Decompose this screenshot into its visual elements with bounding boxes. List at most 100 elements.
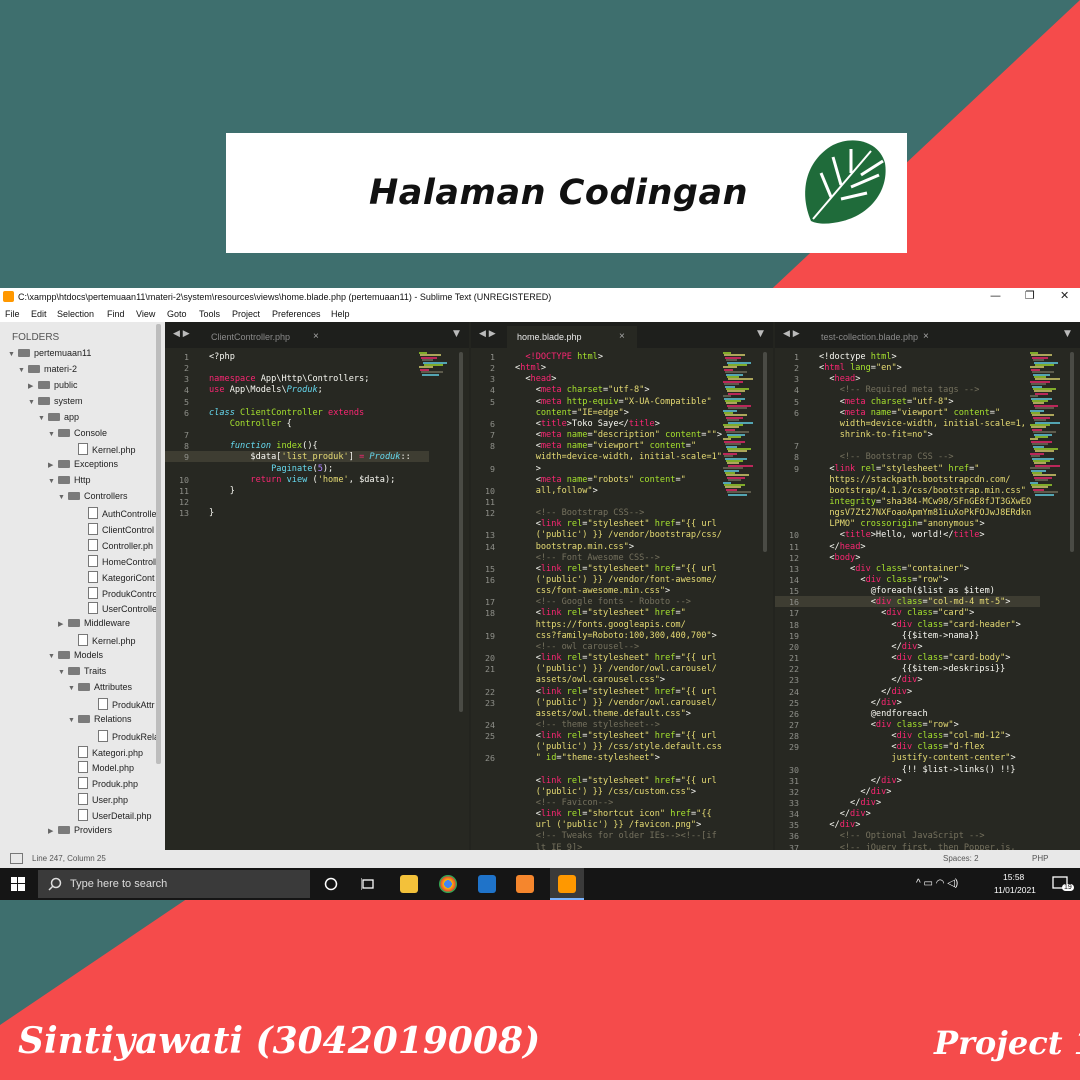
vertical-scrollbar[interactable]	[459, 352, 463, 712]
taskbar-search-input[interactable]: Type here to search	[38, 870, 310, 898]
menu-edit[interactable]: Edit	[31, 309, 47, 319]
close-button[interactable]: ✕	[1060, 289, 1069, 302]
tab-nav-arrows-icon[interactable]: ◀ ▶	[783, 329, 800, 339]
code-line: {{$item->deskripsi}}	[819, 664, 1005, 674]
code-token: title	[540, 418, 567, 429]
sidebar-item[interactable]: Controller.ph	[78, 538, 153, 553]
chevron-down-icon: ▼	[68, 684, 75, 692]
sidebar-item[interactable]: ▼ Relations	[68, 714, 132, 728]
sidebar-item[interactable]: HomeControll	[78, 554, 157, 569]
sidebar-item[interactable]: ▼ Traits	[58, 666, 106, 680]
editor-tab[interactable]: test-collection.blade.php ×	[811, 326, 941, 348]
minimap[interactable]	[723, 352, 753, 496]
menu-selection[interactable]: Selection	[57, 309, 94, 319]
code-token: width=device-width, initial-scale=1,	[819, 418, 1026, 429]
vertical-scrollbar[interactable]	[1070, 352, 1074, 552]
code-line: content="IE=edge">	[515, 408, 629, 418]
tab-nav-arrows-icon[interactable]: ◀ ▶	[479, 329, 496, 339]
chrome-icon[interactable]	[439, 875, 457, 893]
sidebar-item[interactable]: ▶ Exceptions	[48, 459, 118, 473]
code-token: class	[896, 719, 923, 730]
sidebar-item[interactable]: ▼ system	[28, 396, 83, 410]
menu-view[interactable]: View	[136, 309, 155, 319]
sidebar-item[interactable]: Model.php	[68, 761, 134, 775]
tab-close-icon[interactable]: ×	[313, 331, 319, 342]
editor-pane[interactable]: ◀ ▶ home.blade.php × ▼ 1 2 3 4 5 6 7 8 9 10 11 12 13 14 15…	[471, 322, 773, 850]
editor-tab[interactable]: home.blade.php ×	[507, 326, 637, 348]
code-token: >	[1005, 653, 1011, 664]
line-number: 7	[184, 430, 189, 441]
tab-nav-arrows-icon[interactable]: ◀ ▶	[173, 329, 190, 339]
sidebar-item[interactable]: ▶ public	[28, 380, 78, 394]
tab-menu-icon[interactable]: ▼	[453, 329, 460, 339]
menu-project[interactable]: Project	[232, 309, 260, 319]
sidebar-item[interactable]: ▼ app	[38, 412, 79, 426]
sidebar-item[interactable]: ProdukContro	[78, 586, 158, 601]
code-token: rel	[566, 686, 583, 697]
task-view-icon[interactable]	[361, 877, 375, 891]
system-tray-icons[interactable]: ^ ▭ ◠ ◁)	[916, 878, 958, 889]
sidebar-item[interactable]: ClientControl	[78, 522, 154, 537]
tab-close-icon[interactable]: ×	[619, 331, 625, 342]
menu-find[interactable]: Find	[107, 309, 125, 319]
clock-time[interactable]: 15:58	[1003, 872, 1024, 882]
file-explorer-icon[interactable]	[400, 875, 418, 893]
editor-pane[interactable]: ◀ ▶ test-collection.blade.php × ▼ 1 2 3 4 5 6 7 8 9 1…	[775, 322, 1080, 850]
sidebar-item[interactable]: ▶ Providers	[48, 825, 112, 839]
sidebar-item[interactable]: Kategori.php	[68, 745, 143, 760]
code-token: <	[515, 441, 541, 452]
status-indentation[interactable]: Spaces: 2	[943, 854, 979, 863]
maximize-button[interactable]: ❐	[1025, 289, 1035, 302]
xampp-icon[interactable]	[516, 875, 534, 893]
code-line: bootstrap.min.css">	[515, 542, 634, 552]
clock-date[interactable]: 11/01/2021	[994, 885, 1036, 895]
sublime-taskbar-button[interactable]	[550, 868, 584, 900]
sidebar-item[interactable]: ▼ Console	[48, 428, 107, 442]
minimap[interactable]	[1030, 352, 1060, 496]
code-token: <!DOCTYPE	[525, 352, 578, 362]
editor-pane[interactable]: ◀ ▶ ClientController.php × ▼ 1 2 3 4 5 6 7 8 9 10 11 12…	[165, 322, 469, 850]
sidebar-item[interactable]: ProdukAttr	[88, 697, 155, 712]
sidebar-item[interactable]: ▶ Middleware	[58, 618, 130, 632]
windows-start-icon[interactable]	[11, 877, 25, 891]
sidebar-item[interactable]: AuthControlle	[78, 507, 157, 521]
code-token: "row"	[927, 719, 954, 730]
menu-preferences[interactable]: Preferences	[272, 309, 321, 319]
sidebar-item[interactable]: ▼ Controllers	[58, 491, 128, 505]
tab-menu-icon[interactable]: ▼	[757, 329, 764, 339]
menu-goto[interactable]: Goto	[167, 309, 187, 319]
menu-tools[interactable]: Tools	[199, 309, 220, 319]
cortana-icon[interactable]	[324, 877, 338, 891]
sidebar-item[interactable]: User.php	[68, 793, 128, 807]
code-line: <!-- Google fonts - Roboto -->	[515, 597, 691, 607]
sidebar-item[interactable]: Kernel.php	[68, 443, 136, 457]
sidebar-scrollbar[interactable]	[156, 324, 161, 764]
sidebar-item[interactable]: Produk.php	[68, 777, 138, 791]
menu-help[interactable]: Help	[331, 309, 350, 319]
vertical-scrollbar[interactable]	[763, 352, 767, 552]
sidebar-item[interactable]: UserControlle	[78, 602, 157, 616]
code-token: "stylesheet"	[587, 608, 655, 619]
editor-tab[interactable]: ClientController.php ×	[201, 326, 331, 348]
code-line: $data['list_produk'] = Produk::	[209, 452, 410, 462]
sidebar-item[interactable]: ▼ Http	[48, 475, 91, 489]
mail-icon[interactable]	[478, 875, 496, 893]
sidebar-item[interactable]: ProdukRela	[88, 729, 159, 744]
line-number: 36	[789, 831, 799, 842]
sidebar-item[interactable]: ▼ Attributes	[68, 682, 132, 696]
code-token: "description"	[592, 430, 666, 441]
sidebar-item[interactable]: ▼ Models	[48, 650, 103, 664]
sidebar-item[interactable]: UserDetail.php	[68, 809, 152, 823]
sidebar-item[interactable]: KategoriCont	[78, 570, 155, 585]
code-token: <!doctype	[819, 352, 871, 362]
tab-close-icon[interactable]: ×	[923, 331, 929, 342]
sidebar-item[interactable]: ▼ materi-2	[18, 364, 77, 378]
menu-file[interactable]: File	[5, 309, 20, 319]
tab-menu-icon[interactable]: ▼	[1064, 329, 1071, 339]
status-syntax[interactable]: PHP	[1032, 854, 1048, 863]
minimize-button[interactable]: —	[990, 289, 1001, 302]
sidebar-item[interactable]: ▼ pertemuaan11	[8, 348, 91, 362]
sidebar-item[interactable]: Kernel.php	[68, 634, 136, 648]
minimap[interactable]	[419, 352, 447, 492]
console-toggle-icon[interactable]	[10, 853, 23, 864]
